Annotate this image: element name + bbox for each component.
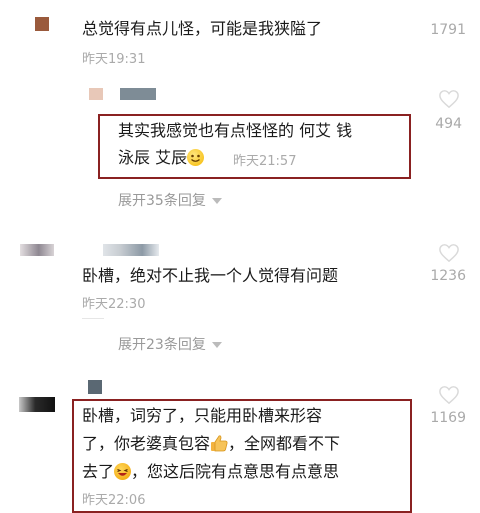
expand-replies-label: 展开23条回复	[118, 337, 206, 353]
divider	[82, 318, 104, 319]
heart-outline-icon[interactable]	[438, 385, 460, 405]
expand-replies-button[interactable]: 展开23条回复	[118, 334, 222, 354]
like-count: 1169	[430, 410, 466, 426]
reply-text-line2-content: 泳辰 艾辰	[118, 148, 188, 167]
comment-time: 昨天22:06	[82, 493, 146, 508]
like-count: 494	[435, 116, 462, 132]
comment-text: 卧槽，绝对不止我一个人觉得有问题	[82, 266, 339, 285]
avatar[interactable]	[35, 17, 49, 31]
comment-text-line2a: 了，你老婆真包容	[82, 434, 211, 453]
avatar[interactable]	[89, 88, 103, 100]
like-count: 1791	[430, 22, 466, 38]
heart-outline-icon[interactable]	[438, 243, 460, 263]
reply-text-line2: 泳辰 艾辰	[118, 147, 205, 168]
dropdown-triangle-icon	[211, 198, 222, 204]
dropdown-triangle-icon	[211, 342, 222, 348]
comment-text-line2b: ，全网都看不下	[228, 434, 341, 453]
avatar[interactable]	[20, 244, 54, 256]
smile-emoji-icon	[187, 149, 205, 166]
comment-text-line3: 去了 ，您这后院有点意思有点意思	[82, 461, 339, 482]
comment-text-line2: 了，你老婆真包容 ，全网都看不下	[82, 433, 340, 454]
comment-text-line3a: 去了	[82, 462, 115, 481]
comment-time: 昨天22:30	[82, 297, 146, 312]
expand-replies-button[interactable]: 展开35条回复	[118, 190, 222, 210]
username-redacted	[120, 88, 156, 100]
thumbs-up-emoji-icon	[210, 434, 228, 452]
reply-time: 昨天21:57	[233, 154, 297, 169]
reply-text-line1: 其实我感觉也有点怪怪的 何艾 钱	[118, 121, 353, 140]
comment-text-line3b: ，您这后院有点意思有点意思	[131, 462, 340, 481]
comment-time: 昨天19:31	[82, 52, 146, 67]
like-count: 1236	[430, 268, 466, 284]
comment-text: 总觉得有点儿怪，可能是我狭隘了	[82, 19, 323, 38]
comment-text-line1: 卧槽，词穷了，只能用卧槽来形容	[82, 406, 323, 425]
username-redacted	[103, 244, 159, 256]
laughing-emoji-icon	[114, 463, 132, 480]
heart-outline-icon[interactable]	[438, 89, 460, 109]
expand-replies-label: 展开35条回复	[118, 193, 206, 209]
username-redacted	[88, 380, 102, 394]
avatar[interactable]	[19, 397, 55, 412]
